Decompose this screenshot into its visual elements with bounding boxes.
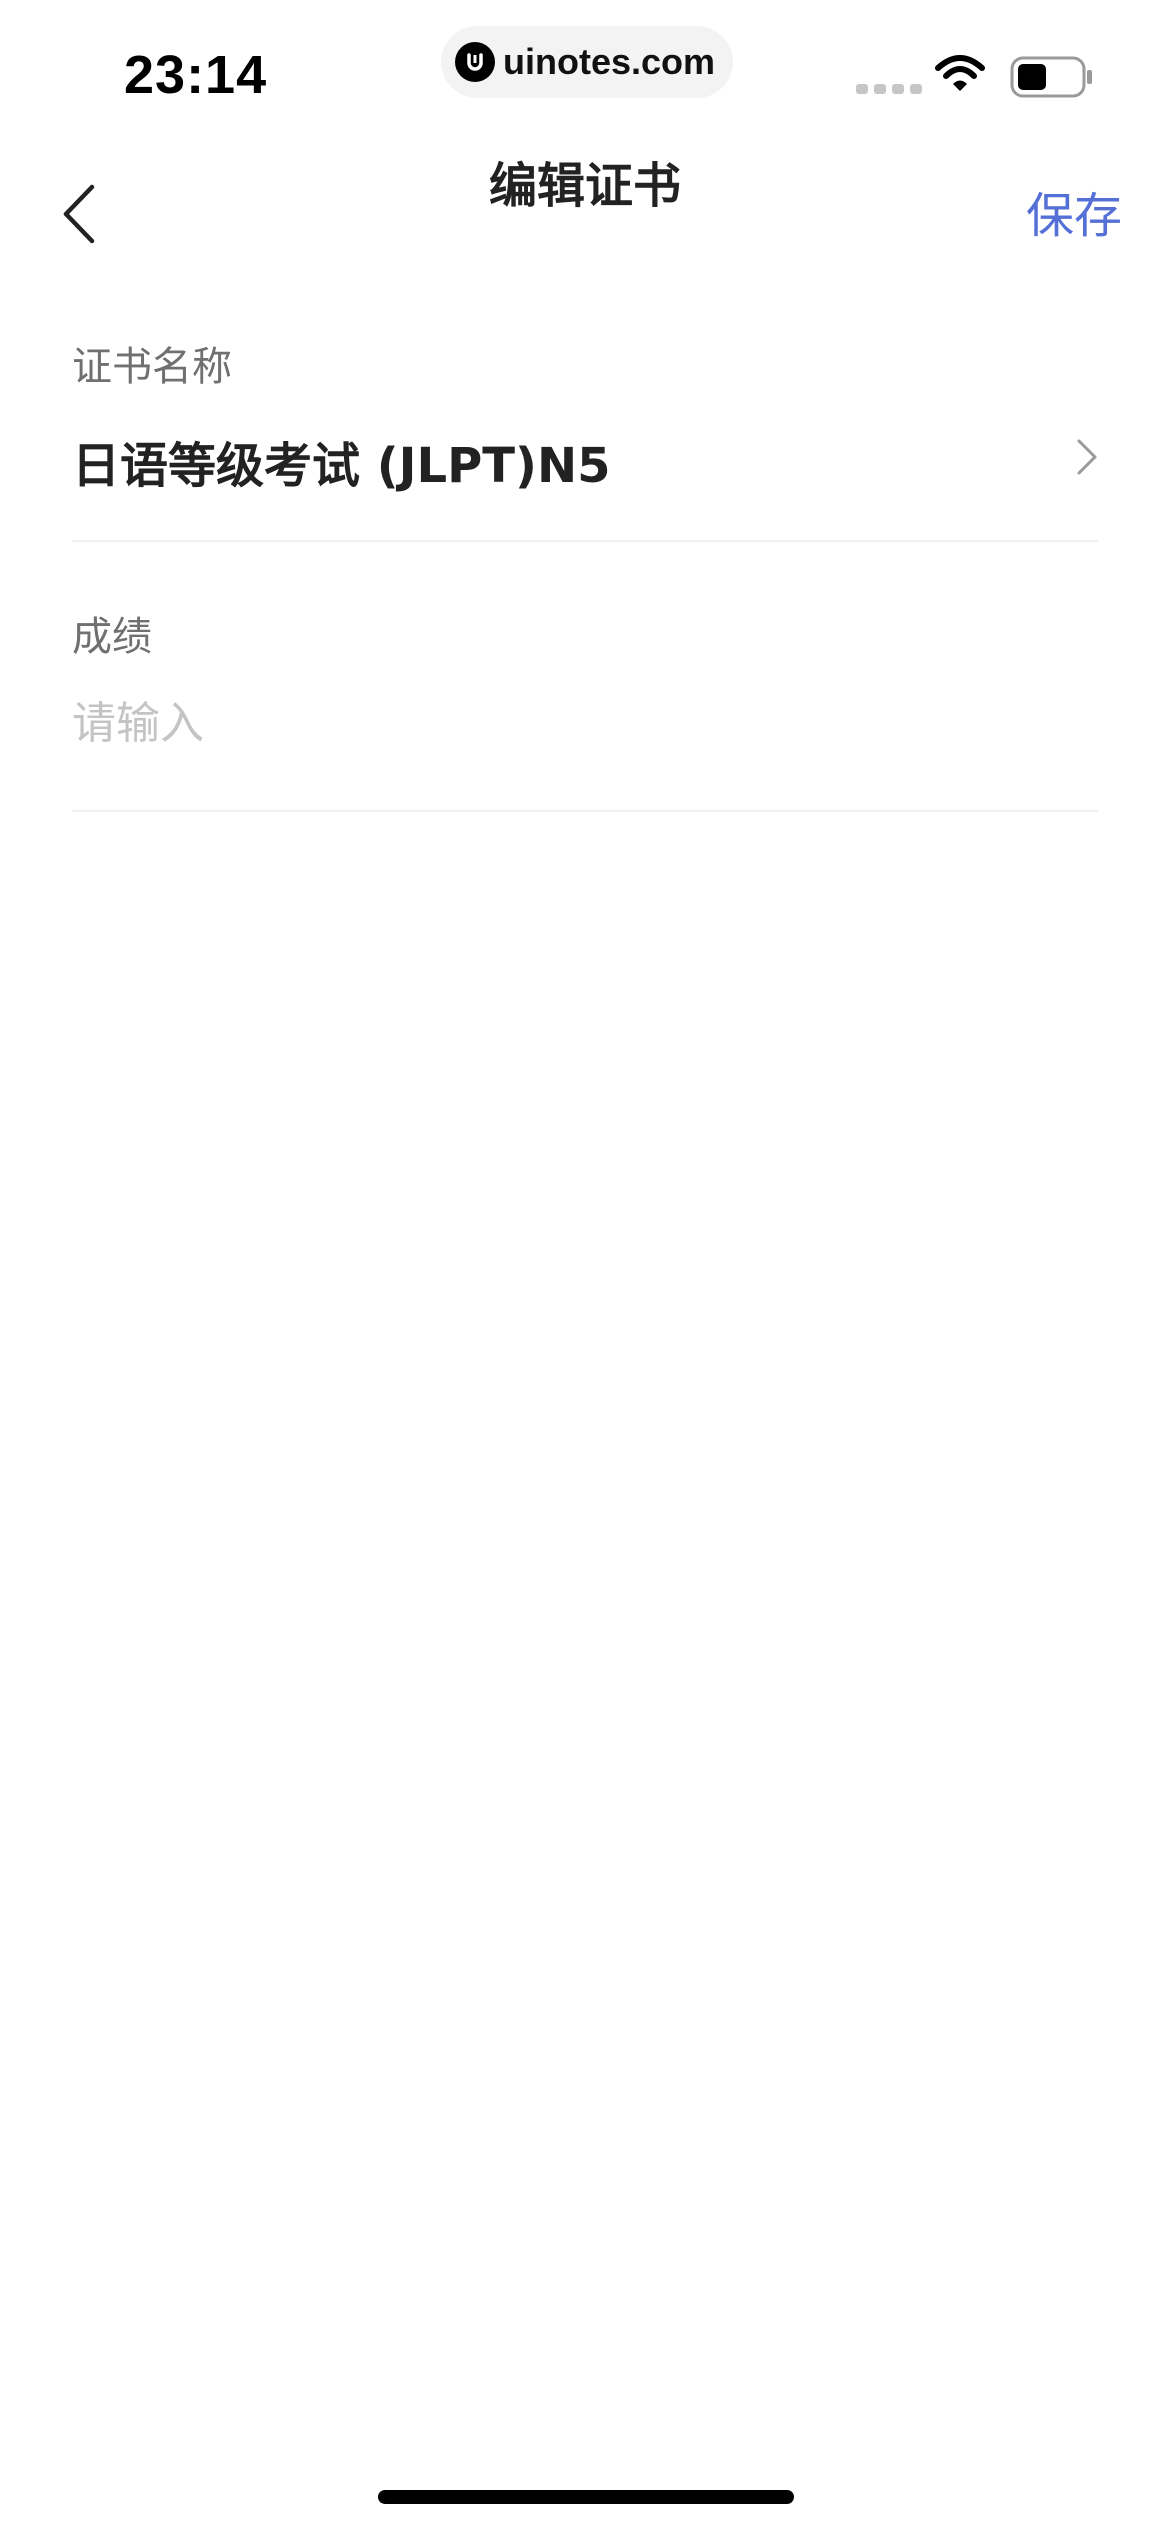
chevron-right-icon bbox=[1076, 438, 1098, 480]
cellular-signal-icon bbox=[856, 84, 922, 94]
nav-bar: 编辑证书 保存 bbox=[0, 140, 1170, 280]
certificate-name-value: 日语等级考试 (JLPT)N5 bbox=[72, 438, 611, 494]
edit-certificate-screen: 23:14 uinotes.com 编辑证书 保存 证书名称 日语等级考试 (J… bbox=[0, 0, 1170, 2532]
url-pill[interactable]: uinotes.com bbox=[441, 26, 733, 98]
home-indicator bbox=[378, 2490, 794, 2504]
certificate-name-field[interactable]: 证书名称 日语等级考试 (JLPT)N5 bbox=[72, 330, 1098, 542]
score-label: 成绩 bbox=[72, 614, 152, 660]
save-button[interactable]: 保存 bbox=[1026, 176, 1122, 246]
status-bar: 23:14 uinotes.com bbox=[0, 0, 1170, 140]
uinotes-logo-icon bbox=[455, 42, 495, 82]
wifi-icon bbox=[934, 54, 986, 98]
page-title: 编辑证书 bbox=[488, 158, 681, 214]
score-input[interactable] bbox=[72, 688, 1072, 758]
status-time: 23:14 bbox=[124, 45, 268, 105]
battery-icon bbox=[1010, 56, 1094, 102]
score-field: 成绩 bbox=[72, 600, 1098, 812]
url-text: uinotes.com bbox=[503, 41, 716, 82]
certificate-name-label: 证书名称 bbox=[72, 344, 232, 390]
